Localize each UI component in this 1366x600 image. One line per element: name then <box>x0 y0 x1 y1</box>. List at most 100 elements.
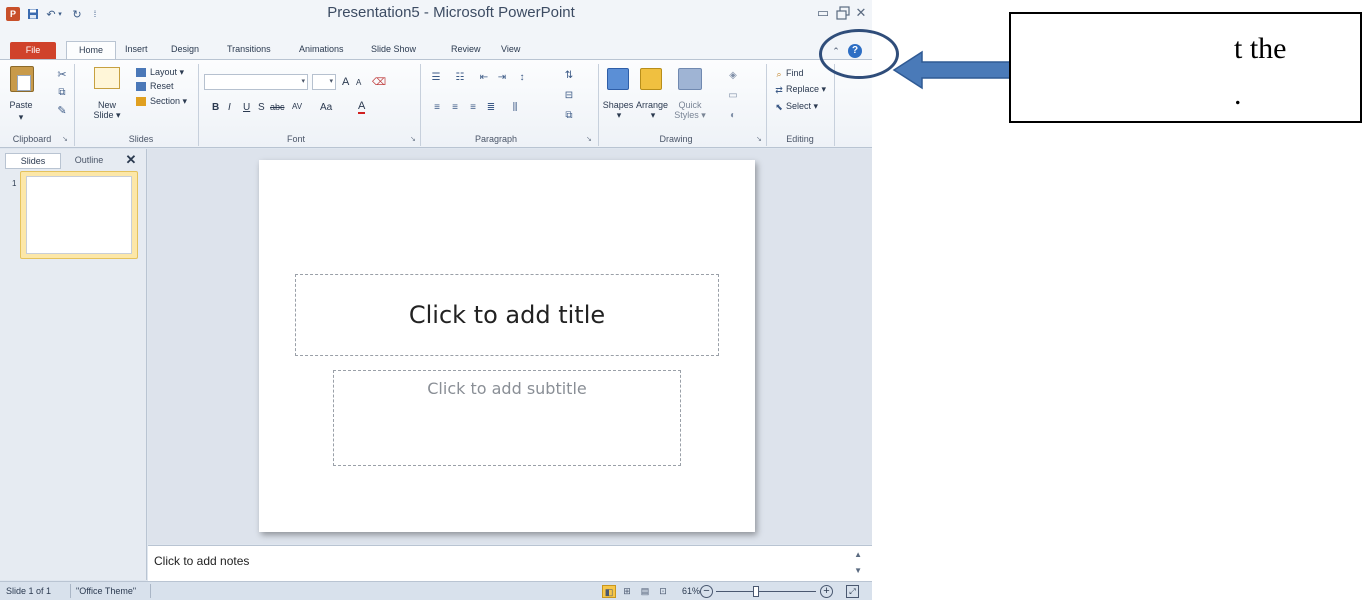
slide-sorter-icon[interactable]: ⊞ <box>620 585 634 598</box>
align-left-icon[interactable]: ≡ <box>430 100 444 114</box>
group-separator <box>834 64 835 146</box>
tab-view[interactable]: View <box>496 41 525 60</box>
shapes-icon[interactable] <box>607 68 629 90</box>
shrink-font-button[interactable]: A <box>356 78 361 87</box>
align-center-icon[interactable]: ≡ <box>448 100 462 114</box>
quick-styles-dropdown[interactable]: Styles ▾ <box>672 110 708 120</box>
callout-text-line1: t the <box>1234 32 1287 65</box>
close-window-icon[interactable]: ✕ <box>850 2 872 24</box>
slides-pane: Slides Outline ✕ 1 <box>0 149 147 580</box>
text-direction-icon[interactable]: ⇅ <box>562 68 576 82</box>
subtitle-placeholder[interactable]: Click to add subtitle <box>333 370 681 466</box>
arrange-button[interactable]: Arrange <box>634 100 670 110</box>
justify-icon[interactable]: ≣ <box>484 100 498 114</box>
increase-indent-icon[interactable]: ⇥ <box>494 70 510 84</box>
font-launcher-icon[interactable]: ↘ <box>410 136 418 144</box>
slide-show-icon[interactable]: ⊡ <box>656 585 670 598</box>
notes-placeholder[interactable]: Click to add notes <box>154 554 249 568</box>
quick-styles-button[interactable]: Quick <box>674 100 706 110</box>
ribbon-home: Paste ▾ ✂ ⧉ ✎ Clipboard ↘ New Slide ▾ La… <box>0 59 872 148</box>
shapes-button[interactable]: Shapes <box>602 100 634 110</box>
align-right-icon[interactable]: ≡ <box>466 100 480 114</box>
change-case-button[interactable]: Aa <box>320 102 332 113</box>
slide-thumbnail-selected[interactable] <box>20 171 138 259</box>
pane-tab-slides[interactable]: Slides <box>5 153 61 169</box>
paste-icon[interactable] <box>10 66 34 92</box>
clipboard-launcher-icon[interactable]: ↘ <box>62 136 70 144</box>
tab-file[interactable]: File <box>10 42 56 59</box>
numbering-icon[interactable]: ☷ <box>452 70 468 84</box>
close-pane-icon[interactable]: ✕ <box>122 151 140 169</box>
align-text-icon[interactable]: ⊟ <box>562 88 576 102</box>
format-painter-icon[interactable]: ✎ <box>56 104 68 117</box>
status-theme-name[interactable]: "Office Theme" <box>76 586 136 596</box>
tab-slide-show[interactable]: Slide Show <box>366 41 421 60</box>
layout-button[interactable]: Layout ▾ <box>150 67 184 78</box>
shape-fill-icon[interactable]: ◈ <box>724 68 742 82</box>
cut-icon[interactable]: ✂ <box>56 68 68 81</box>
font-size-dropdown[interactable]: ▾ <box>312 74 336 90</box>
new-slide-dropdown[interactable]: Slide ▾ <box>88 110 126 120</box>
zoom-slider-thumb[interactable] <box>753 586 759 597</box>
copy-icon[interactable]: ⧉ <box>54 86 70 98</box>
group-label-clipboard: Clipboard <box>12 134 52 144</box>
underline-button[interactable]: U <box>243 102 250 113</box>
pane-tab-outline[interactable]: Outline <box>64 153 114 169</box>
scroll-up-icon[interactable]: ▲ <box>854 550 862 559</box>
title-placeholder[interactable]: Click to add title <box>295 274 719 356</box>
line-spacing-icon[interactable]: ↕ <box>514 70 530 84</box>
quick-styles-icon[interactable] <box>678 68 702 90</box>
font-name-dropdown[interactable]: ▾ <box>204 74 308 90</box>
select-icon: ⬉ <box>775 101 783 112</box>
slide-thumbnail-number: 1 <box>12 179 17 188</box>
tab-review[interactable]: Review <box>446 41 486 60</box>
tab-animations[interactable]: Animations <box>294 41 349 60</box>
text-shadow-button[interactable]: S <box>258 102 265 113</box>
section-button[interactable]: Section ▾ <box>150 96 187 107</box>
find-button[interactable]: Find <box>786 68 804 78</box>
grow-font-button[interactable]: A <box>342 76 349 88</box>
reading-view-icon[interactable]: ▤ <box>638 585 652 598</box>
zoom-level[interactable]: 61% <box>682 586 700 596</box>
slide-thumbnail[interactable] <box>26 176 132 254</box>
tab-design[interactable]: Design <box>166 41 204 60</box>
replace-button[interactable]: Replace ▾ <box>786 84 826 95</box>
clear-formatting-icon[interactable]: ⌫ <box>372 75 386 89</box>
reset-button[interactable]: Reset <box>150 81 174 91</box>
drawing-launcher-icon[interactable]: ↘ <box>756 136 764 144</box>
tab-transitions[interactable]: Transitions <box>222 41 276 60</box>
shape-effects-icon[interactable]: ◐ <box>724 108 742 122</box>
notes-pane[interactable]: Click to add notes ▲ ▼ <box>148 545 872 581</box>
smartart-icon[interactable]: ⧉ <box>562 108 576 122</box>
new-slide-label[interactable]: New <box>90 100 124 110</box>
paragraph-launcher-icon[interactable]: ↘ <box>586 136 594 144</box>
slide-canvas[interactable]: Click to add title Click to add subtitle <box>259 160 755 532</box>
select-button[interactable]: Select ▾ <box>786 101 818 112</box>
paste-dropdown-icon[interactable]: ▾ <box>14 112 28 122</box>
zoom-slider-track[interactable] <box>716 591 816 592</box>
section-icon <box>136 97 146 106</box>
bold-button[interactable]: B <box>212 102 219 113</box>
paste-button[interactable]: Paste <box>6 100 36 110</box>
tab-insert[interactable]: Insert <box>120 41 153 60</box>
character-spacing-button[interactable]: AV <box>292 102 302 111</box>
italic-button[interactable]: I <box>228 102 231 113</box>
status-separator <box>150 584 151 598</box>
columns-icon[interactable]: ⫼ <box>506 100 524 114</box>
arrange-dropdown-icon[interactable]: ▾ <box>646 110 660 120</box>
zoom-out-icon[interactable]: − <box>700 585 713 598</box>
new-slide-icon[interactable] <box>94 67 120 89</box>
tab-home[interactable]: Home <box>66 41 116 60</box>
shape-outline-icon[interactable]: ▭ <box>724 88 742 102</box>
shapes-dropdown-icon[interactable]: ▾ <box>612 110 626 120</box>
strikethrough-button[interactable]: abc <box>270 102 285 112</box>
decrease-indent-icon[interactable]: ⇤ <box>476 70 492 84</box>
normal-view-icon[interactable]: ◧ <box>602 585 616 598</box>
arrange-icon[interactable] <box>640 68 662 90</box>
zoom-in-icon[interactable]: + <box>820 585 833 598</box>
scroll-down-icon[interactable]: ▼ <box>854 566 862 575</box>
bullets-icon[interactable]: ☰ <box>428 70 444 84</box>
minimize-ribbon-icon[interactable]: ▭ <box>812 2 834 24</box>
fit-to-window-icon[interactable]: ⤢ <box>846 585 859 598</box>
font-color-button[interactable]: A <box>358 101 366 114</box>
